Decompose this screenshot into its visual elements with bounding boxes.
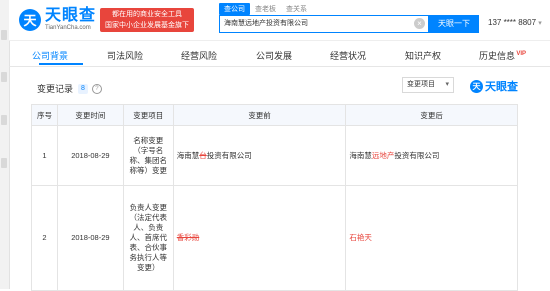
inserted-text: 远地产 (371, 150, 395, 160)
change-item-filter[interactable]: 变更项目 ▾ (402, 77, 454, 93)
nav-business-risk[interactable]: 经营风险 (181, 46, 217, 66)
chevron-down-icon: ▾ (445, 81, 449, 88)
section-title: 变更记录 (37, 84, 74, 94)
logo-url: TianYanCha.com (45, 25, 91, 31)
row-before-value: 香彩勋 (172, 185, 347, 291)
search-input[interactable]: 海南慧远地产投资有限公司 (219, 15, 429, 33)
edge-marker (1, 72, 7, 82)
user-account-menu[interactable]: 137 **** 8807 ▾ (488, 18, 542, 27)
col-header-after: 变更后 (345, 104, 518, 126)
main-nav: 公司背景 司法风险 经营风险 公司发展 经营状况 知识产权 历史信息 VIP (9, 46, 550, 67)
row-change-item: 负责人变更（法定代表人、负责人、首席代表、合伙事务执行人等变更） (122, 185, 174, 291)
row-after-value: 石艳天 (345, 185, 518, 291)
tab-company[interactable]: 查公司 (219, 3, 250, 15)
row-after-value: 海南慧远地产投资有限公司 (345, 125, 518, 186)
col-header-no: 序号 (31, 104, 58, 126)
edge-marker (1, 158, 7, 168)
chevron-down-icon: ▾ (538, 20, 542, 27)
after-text: 海南慧 (349, 150, 372, 160)
edge-marker (1, 115, 7, 125)
tab-boss[interactable]: 查老板 (250, 3, 281, 15)
inserted-text: 石艳天 (349, 233, 372, 242)
col-header-before: 变更前 (172, 104, 347, 126)
before-text: 海南慧 (176, 150, 200, 160)
nav-history-info[interactable]: 历史信息 VIP (479, 46, 526, 66)
nav-intellectual-property[interactable]: 知识产权 (405, 46, 441, 66)
row-change-item: 名称变更（字号名称、集团名称等）变更 (122, 125, 174, 186)
deleted-text: 台 (199, 150, 207, 160)
table-row: 1 2018-08-29 名称变更（字号名称、集团名称等）变更 海南慧台投资有限… (31, 125, 518, 186)
nav-business-status[interactable]: 经营状况 (330, 46, 366, 66)
active-tab-underline (39, 63, 83, 65)
nav-company-development[interactable]: 公司发展 (256, 46, 292, 66)
deleted-text: 香彩勋 (176, 233, 200, 242)
left-edge-strip (0, 0, 10, 289)
site-logo[interactable]: 天 天眼查 TianYanCha.com (19, 7, 96, 32)
table-row: 2 2018-08-29 负责人变更（法定代表人、负责人、首席代表、合伙事务执行… (31, 185, 518, 291)
search-type-tabs: 查公司 查老板 查关系 (219, 3, 312, 15)
logo-eye-icon: 天 (19, 8, 41, 31)
logo-eye-icon: 天 (470, 79, 483, 93)
promo-banner[interactable]: 都在用的商业安全工具 国家中小企业发展基金旗下 (100, 8, 194, 32)
watermark-text: 天眼查 (485, 81, 518, 93)
section-header: 变更记录 8 ? (37, 82, 102, 95)
tianyancha-watermark: 天 天眼查 (470, 78, 518, 94)
record-count-badge: 8 (78, 83, 88, 94)
table-header-row: 序号 变更时间 变更项目 变更前 变更后 (31, 104, 518, 126)
account-phone: 137 **** 8807 (488, 18, 537, 27)
search-button[interactable]: 天眼一下 (429, 15, 479, 33)
clear-icon[interactable]: × (414, 18, 425, 29)
row-number: 2 (31, 185, 58, 291)
after-text: 投资有限公司 (394, 150, 440, 160)
banner-line-2: 国家中小企业发展基金旗下 (105, 22, 189, 29)
logo-text: 天眼查 TianYanCha.com (45, 7, 96, 32)
nav-legal-risk[interactable]: 司法风险 (107, 46, 143, 66)
col-header-date: 变更时间 (56, 104, 124, 126)
row-date: 2018-08-29 (56, 125, 124, 186)
before-text: 投资有限公司 (206, 150, 252, 160)
row-date: 2018-08-29 (56, 185, 124, 291)
vip-badge: VIP (516, 51, 527, 57)
logo-name: 天眼查 (45, 7, 97, 24)
banner-line-1: 都在用的商业安全工具 (112, 11, 182, 18)
edge-marker (1, 30, 7, 40)
row-number: 1 (31, 125, 58, 186)
row-before-value: 海南慧台投资有限公司 (172, 125, 347, 186)
help-icon[interactable]: ? (91, 83, 102, 94)
filter-label: 变更项目 (407, 81, 435, 88)
tab-relation[interactable]: 查关系 (281, 3, 312, 15)
nav-history-label: 历史信息 (479, 51, 516, 61)
change-records-table: 序号 变更时间 变更项目 变更前 变更后 1 2018-08-29 名称变更（字… (31, 104, 518, 291)
col-header-item: 变更项目 (122, 104, 174, 126)
